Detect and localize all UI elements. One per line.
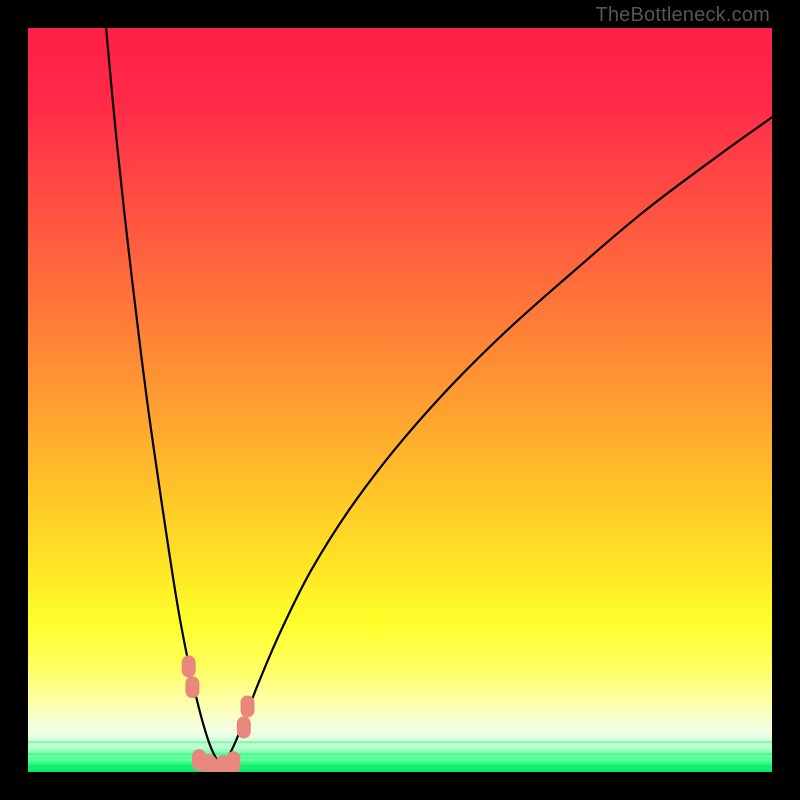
- curve-marker: [241, 696, 255, 718]
- curve-marker: [182, 655, 196, 677]
- outer-frame: TheBottleneck.com: [0, 0, 800, 800]
- curve-marker: [185, 676, 199, 698]
- curve-marker: [237, 716, 251, 738]
- marker-group: [182, 655, 255, 772]
- curve-marker: [226, 751, 240, 772]
- curve-left-branch: [106, 28, 221, 768]
- watermark-text: TheBottleneck.com: [595, 4, 770, 27]
- curve-right-branch: [221, 117, 772, 767]
- curve-layer: [28, 28, 772, 772]
- plot-area: [28, 28, 772, 772]
- curve-marker: [203, 754, 217, 772]
